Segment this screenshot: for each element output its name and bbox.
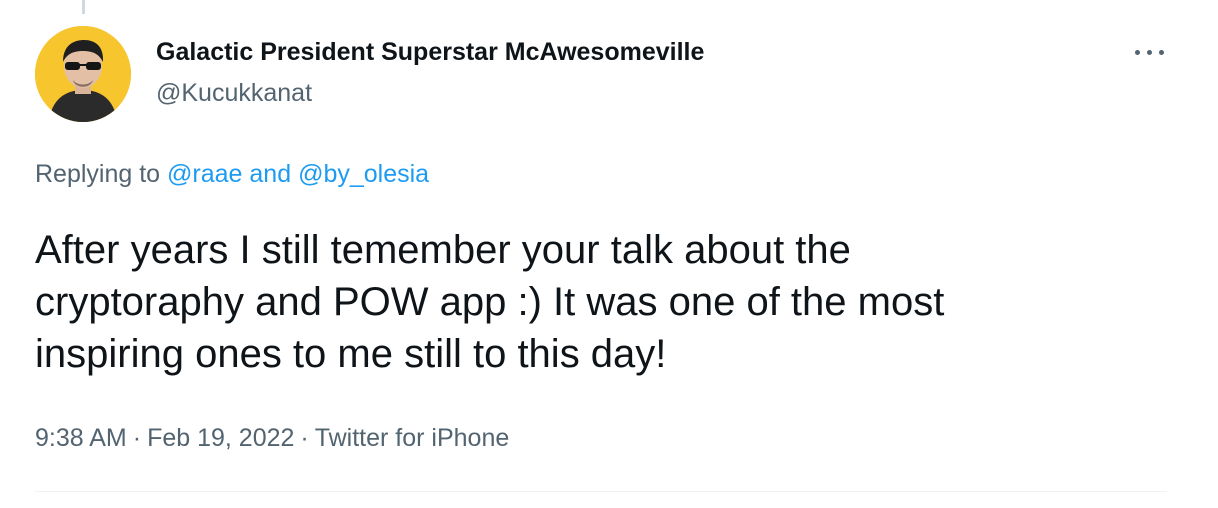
- tweet-text-line: After years I still temember your talk a…: [35, 228, 851, 272]
- replying-to-conjunction[interactable]: and: [242, 160, 298, 188]
- more-horizontal-icon: [1135, 50, 1140, 55]
- meta-separator: ·: [132, 424, 142, 452]
- avatar[interactable]: [35, 26, 131, 122]
- divider: [35, 491, 1167, 492]
- more-horizontal-icon: [1159, 50, 1164, 55]
- tweet-time[interactable]: 9:38 AM: [35, 424, 127, 452]
- mention-link-by-olesia[interactable]: @by_olesia: [298, 160, 429, 188]
- author-name[interactable]: Galactic President Superstar McAwesomevi…: [156, 38, 704, 67]
- tweet-source[interactable]: Twitter for iPhone: [315, 424, 510, 452]
- more-options-button[interactable]: [1126, 36, 1174, 68]
- avatar-photo-icon: [35, 26, 131, 122]
- replying-to-line: Replying to @raae and @by_olesia: [35, 160, 429, 189]
- more-horizontal-icon: [1147, 50, 1152, 55]
- thread-connector-line: [82, 0, 85, 14]
- tweet-text-line: inspiring ones to me still to this day!: [35, 332, 667, 376]
- tweet-text-line: cryptoraphy and POW app :) It was one of…: [35, 280, 945, 324]
- tweet-date[interactable]: Feb 19, 2022: [147, 424, 294, 452]
- author-handle[interactable]: @Kucukkanat: [156, 79, 312, 108]
- mention-link-raae[interactable]: @raae: [167, 160, 242, 188]
- meta-separator: ·: [300, 424, 309, 452]
- tweet-meta: 9:38 AM · Feb 19, 2022 · Twitter for iPhone: [35, 424, 509, 453]
- replying-to-prefix: Replying to: [35, 160, 168, 188]
- tweet-text: After years I still temember your talk a…: [35, 224, 1175, 380]
